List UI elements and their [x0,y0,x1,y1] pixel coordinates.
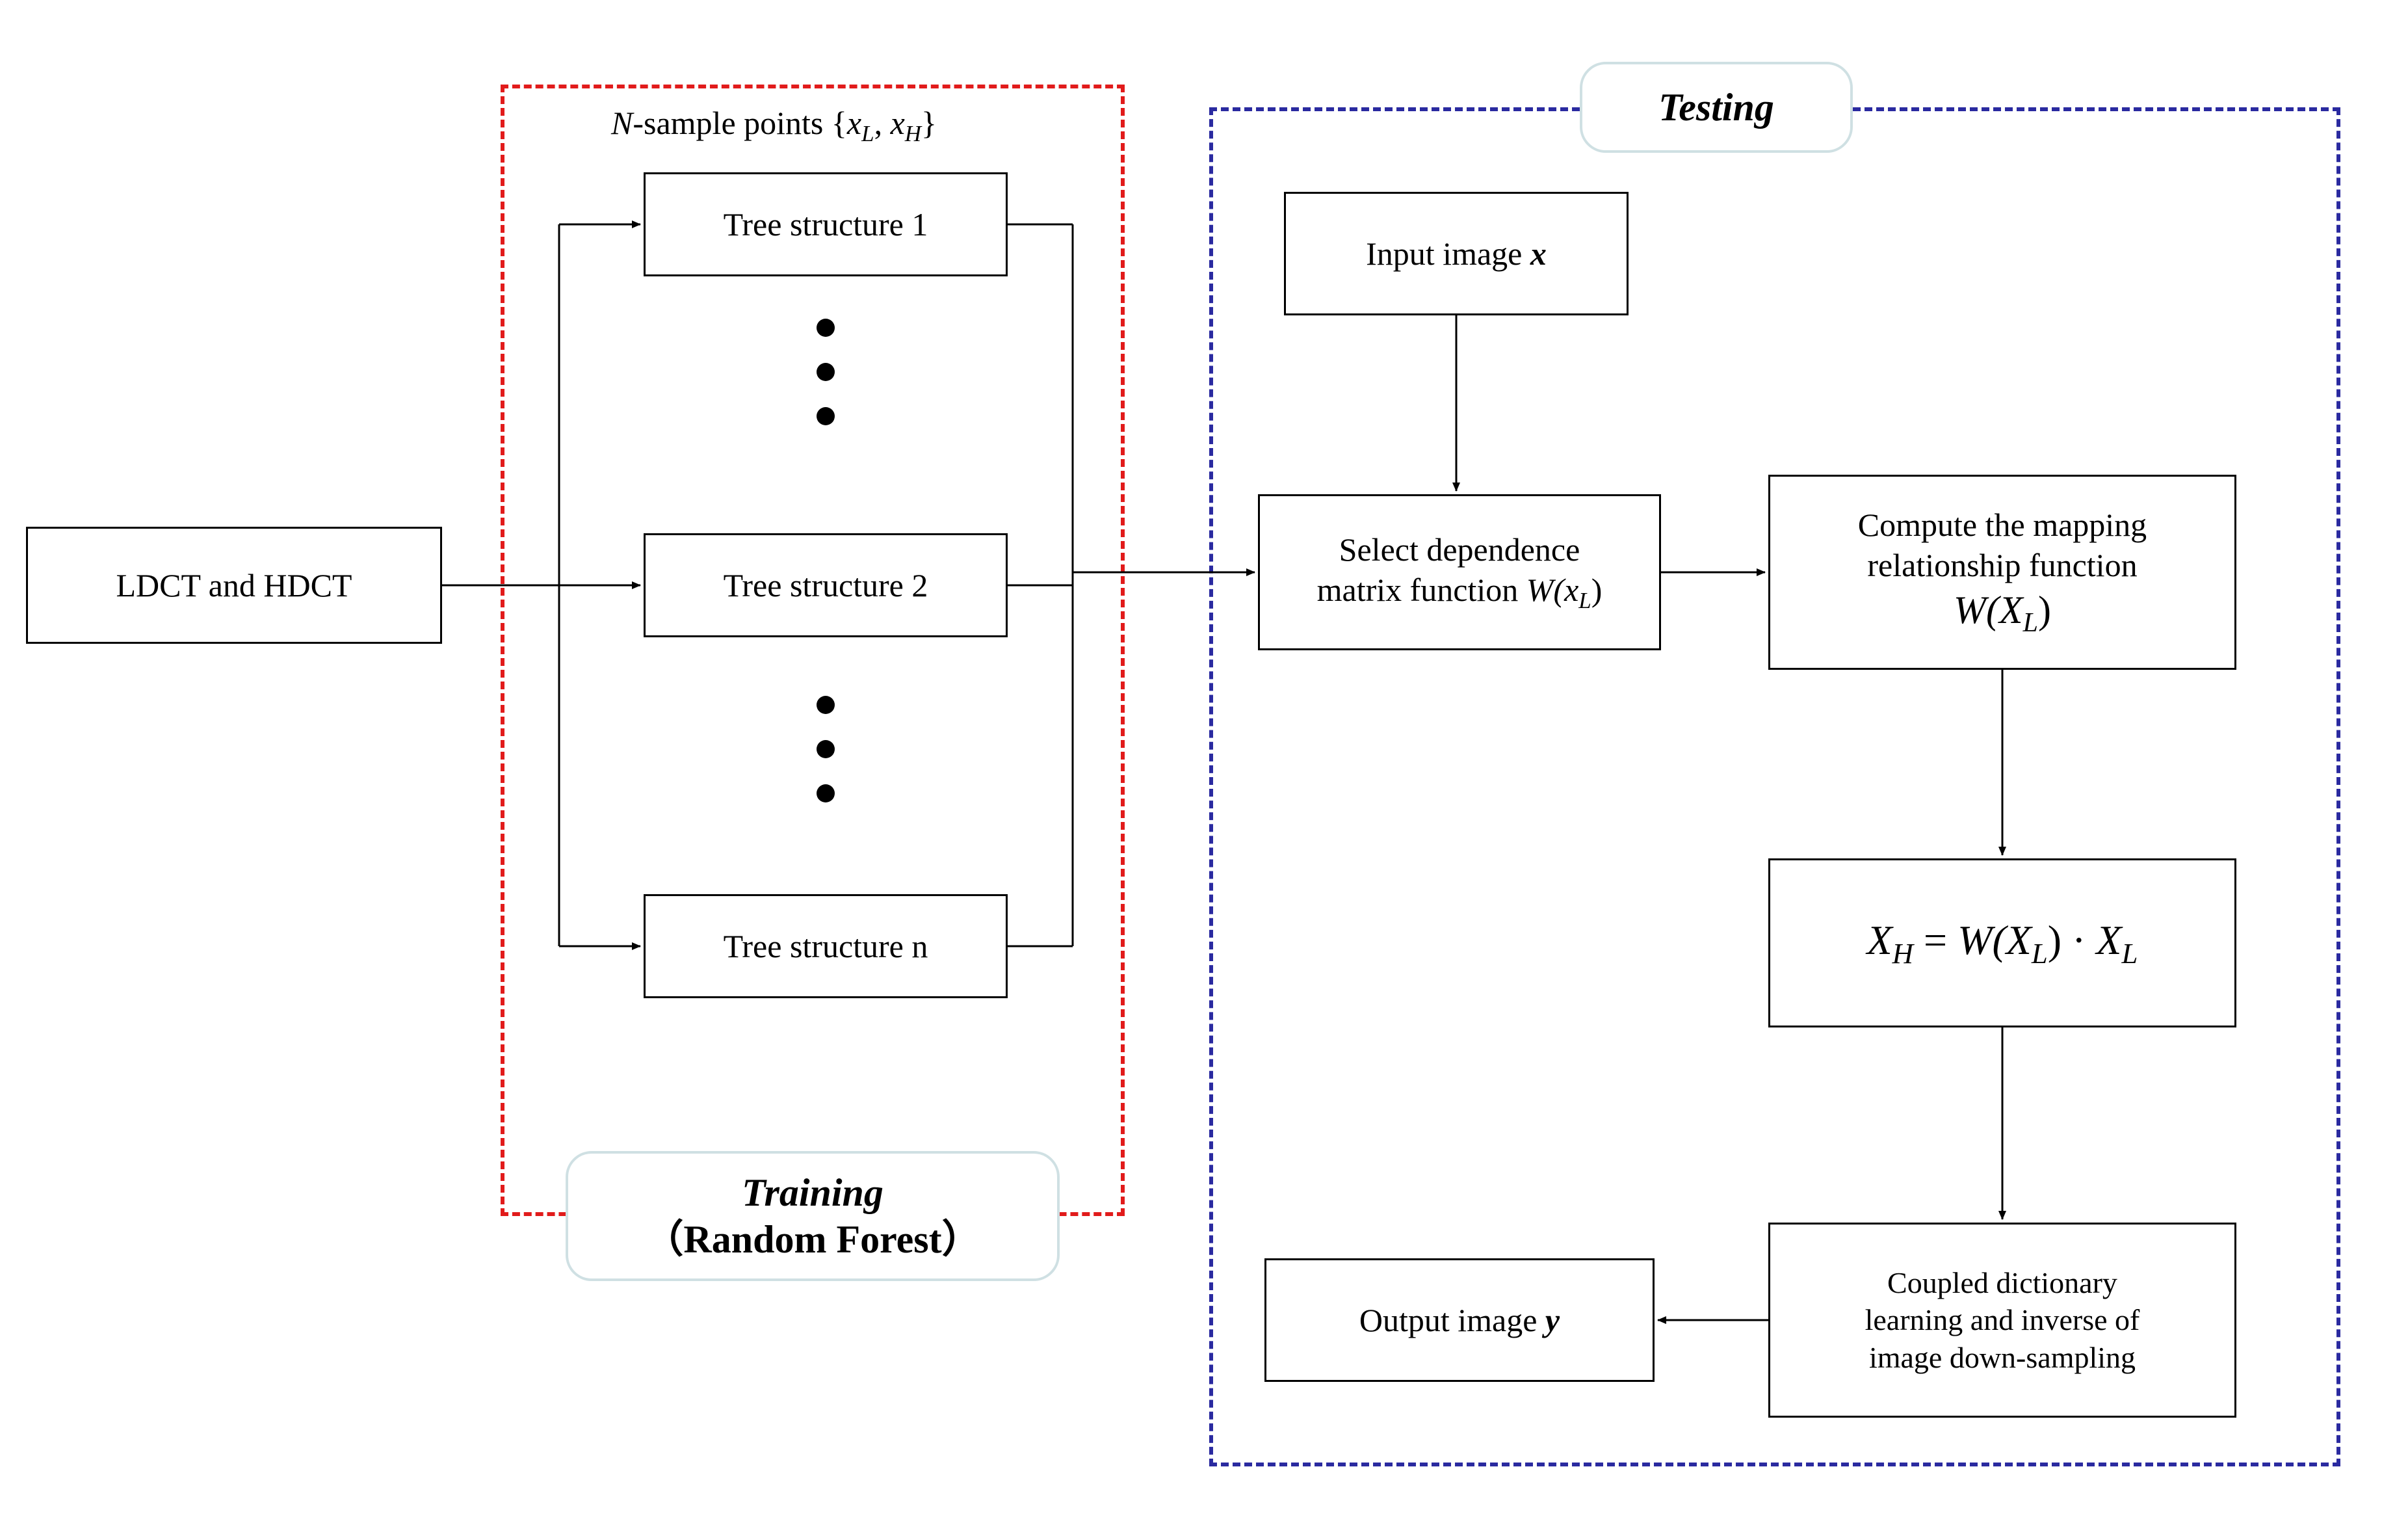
n-sample-x1: x [847,105,861,141]
treen-box: Tree structure n [644,894,1008,998]
output-var: y [1545,1302,1560,1338]
dot [817,363,835,381]
input-image-prefix: Input image [1366,235,1530,272]
compute-l3-sub: L [2023,608,2038,638]
dot [817,319,835,337]
select-dep-l2-close: ) [1591,572,1603,608]
testing-badge: Testing [1580,62,1853,153]
tree1-text: Tree structure 1 [724,204,928,245]
select-dep-l2-sub: L [1578,588,1591,613]
tree2-box: Tree structure 2 [644,533,1008,637]
dots-top [817,319,835,425]
n-sample-x1-sub: L [861,121,874,146]
n-sample-comma: , [874,105,891,141]
dot [817,784,835,802]
coupled-l1: Coupled dictionary [1887,1266,2117,1299]
xh-rhs-sub: L [2121,936,2138,969]
tree1-box: Tree structure 1 [644,172,1008,276]
coupled-l2: learning and inverse of [1865,1303,2140,1336]
dots-bottom [817,696,835,802]
testing-badge-text: Testing [1658,84,1774,131]
xh-eq-sign: = [1913,917,1957,963]
output-image-box: Output image y [1264,1258,1655,1382]
dot [817,696,835,714]
xh-equation-box: XH = W(XL) · XL [1768,858,2236,1027]
training-badge-line1: Training [742,1171,883,1214]
n-sample-label: N-sample points {xL, xH} [611,104,937,147]
output-prefix: Output image [1359,1302,1545,1338]
ldct-hdct-text: LDCT and HDCT [116,565,352,606]
dot [817,407,835,425]
input-image-box: Input image x [1284,192,1629,315]
xh-w-sub: L [2032,936,2048,969]
compute-mapping-box: Compute the mapping relationship functio… [1768,475,2236,670]
select-dependence-box: Select dependence matrix function W(xL) [1258,494,1661,650]
tree2-text: Tree structure 2 [724,565,928,606]
coupled-l3: image down-sampling [1869,1341,2136,1374]
xh-lhs-sub: H [1892,936,1913,969]
n-sample-open: { [831,105,847,141]
xh-lhs-var: X [1867,917,1892,963]
dot [817,740,835,758]
n-sample-close: } [921,105,937,141]
compute-l3-math: W(X [1954,589,2023,631]
ldct-hdct-box: LDCT and HDCT [26,527,442,644]
compute-l3-close: ) [2038,589,2051,631]
n-sample-n: N [611,105,633,141]
select-dep-l2-prefix: matrix function [1317,572,1526,608]
compute-l1: Compute the mapping [1858,507,2147,543]
training-badge: Training （Random Forest） [566,1151,1060,1281]
input-image-var: x [1530,235,1547,272]
n-sample-x2-sub: H [905,121,921,146]
xh-dot: · [2061,917,2096,963]
xh-rhs-var: X [2096,917,2121,963]
select-dep-l1: Select dependence [1339,531,1580,568]
n-sample-rest: -sample points [633,105,831,141]
n-sample-x2: x [891,105,905,141]
training-badge-line2: （Random Forest） [644,1218,980,1261]
select-dep-l2-math: W(x [1526,572,1579,608]
treen-text: Tree structure n [724,926,928,967]
xh-w-close: ) [2048,917,2061,963]
compute-l2: relationship function [1867,547,2137,583]
coupled-dict-box: Coupled dictionary learning and inverse … [1768,1223,2236,1418]
xh-w: W(X [1957,917,2032,963]
